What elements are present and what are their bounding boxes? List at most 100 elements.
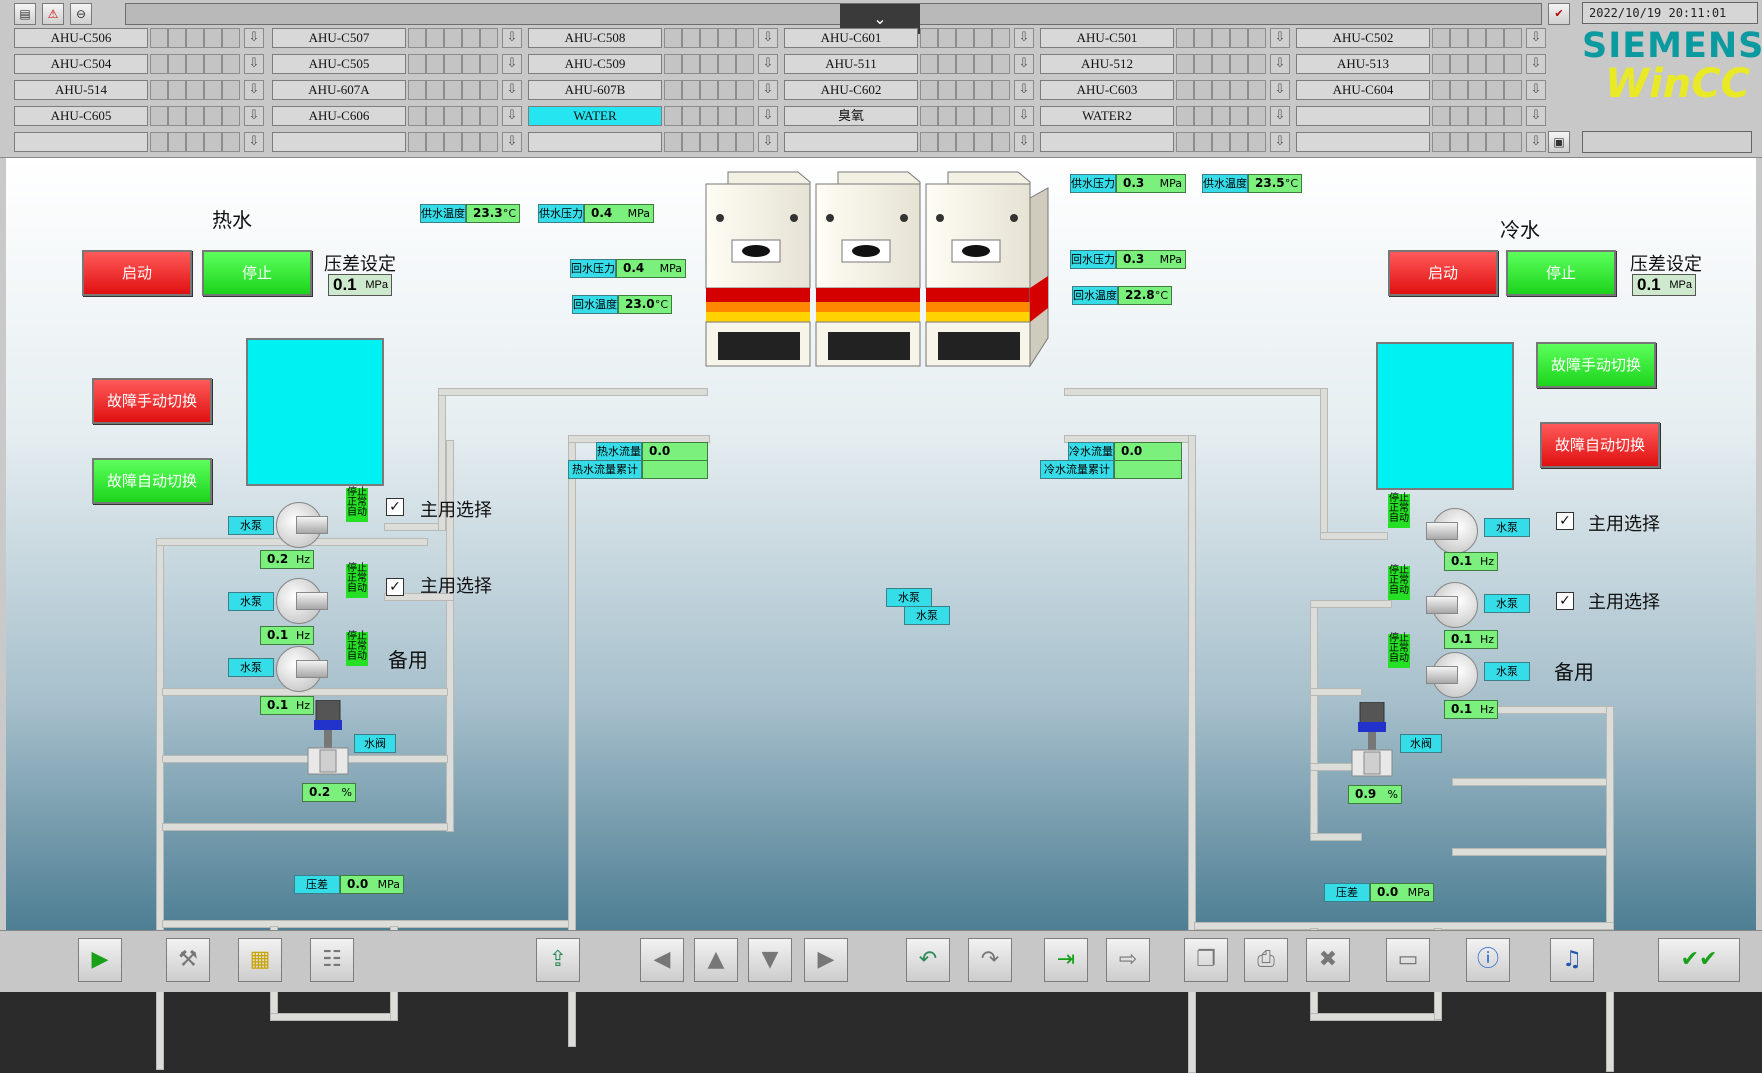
calendar-icon[interactable]: ✔ xyxy=(1548,3,1570,25)
main-select-checkbox[interactable]: ✓ xyxy=(386,498,404,516)
ahu-name[interactable] xyxy=(528,132,662,152)
hot-fault-manual-button[interactable]: 故障手动切换 xyxy=(92,378,212,424)
download-icon[interactable]: ⇩ xyxy=(244,132,264,152)
download-icon[interactable]: ⇩ xyxy=(1270,54,1290,74)
download-icon[interactable]: ⇩ xyxy=(758,106,778,126)
cold-valve-icon[interactable] xyxy=(1350,702,1394,784)
ahu-name[interactable] xyxy=(272,132,406,152)
redo-icon[interactable]: ↷ xyxy=(968,938,1012,982)
ahu-name[interactable]: AHU-C509 xyxy=(528,54,662,74)
download-icon[interactable]: ⇩ xyxy=(1014,54,1034,74)
folder-icon[interactable]: ▤ xyxy=(14,3,36,25)
download-icon[interactable]: ⇩ xyxy=(1270,28,1290,48)
cold-stop-button[interactable]: 停止 xyxy=(1506,250,1616,296)
download-icon[interactable]: ⇩ xyxy=(1270,80,1290,100)
cold-dp-setpoint[interactable]: 0.1 MPa xyxy=(1632,274,1696,296)
download-icon[interactable]: ⇩ xyxy=(502,132,522,152)
arrow-up-icon[interactable]: ▲ xyxy=(694,938,738,982)
ahu-name[interactable]: AHU-C601 xyxy=(784,28,918,48)
ahu-name[interactable]: AHU-C602 xyxy=(784,80,918,100)
ahu-name[interactable] xyxy=(784,132,918,152)
download-icon[interactable]: ⇩ xyxy=(502,28,522,48)
download-icon[interactable]: ⇩ xyxy=(758,80,778,100)
ahu-name[interactable]: AHU-C606 xyxy=(272,106,406,126)
notes-icon[interactable]: ▦ xyxy=(238,938,282,982)
copy-icon[interactable]: ❐ xyxy=(1184,938,1228,982)
monitor-icon[interactable]: ▭ xyxy=(1386,938,1430,982)
ahu-name[interactable]: 臭氧 xyxy=(784,106,918,126)
ahu-name[interactable] xyxy=(1296,106,1430,126)
ahu-name[interactable]: AHU-C603 xyxy=(1040,80,1174,100)
download-icon[interactable]: ⇩ xyxy=(1014,28,1034,48)
download-icon[interactable]: ⇩ xyxy=(1526,106,1546,126)
download-icon[interactable]: ⇩ xyxy=(758,54,778,74)
logout-icon[interactable]: ⇨ xyxy=(1106,938,1150,982)
cold-fault-manual-button[interactable]: 故障手动切换 xyxy=(1536,342,1656,388)
download-icon[interactable]: ⇩ xyxy=(502,54,522,74)
ahu-name[interactable]: AHU-C502 xyxy=(1296,28,1430,48)
download-icon[interactable]: ⇩ xyxy=(1270,132,1290,152)
download-icon[interactable]: ⇩ xyxy=(1014,80,1034,100)
cold-start-button[interactable]: 启动 xyxy=(1388,250,1498,296)
ahu-name[interactable]: AHU-C508 xyxy=(528,28,662,48)
info-icon[interactable]: ⓘ xyxy=(1466,938,1510,982)
download-icon[interactable]: ⇩ xyxy=(244,28,264,48)
hot-fault-auto-button[interactable]: 故障自动切换 xyxy=(92,458,212,504)
tools-icon[interactable]: ⚒ xyxy=(166,938,210,982)
ahu-name[interactable]: AHU-607A xyxy=(272,80,406,100)
download-icon[interactable]: ⇩ xyxy=(1270,106,1290,126)
hot-dp-setpoint[interactable]: 0.1 MPa xyxy=(328,274,392,296)
ahu-name[interactable] xyxy=(1296,132,1430,152)
ahu-name[interactable]: AHU-C605 xyxy=(14,106,148,126)
arrow-down-icon[interactable]: ▼ xyxy=(748,938,792,982)
hot-valve-icon[interactable] xyxy=(306,700,350,782)
download-icon[interactable]: ⇩ xyxy=(244,80,264,100)
ahu-name[interactable]: WATER xyxy=(528,106,662,126)
ahu-name[interactable]: AHU-607B xyxy=(528,80,662,100)
ahu-name[interactable]: AHU-C501 xyxy=(1040,28,1174,48)
minus-icon[interactable]: ⊖ xyxy=(70,3,92,25)
login-icon[interactable]: ⇥ xyxy=(1044,938,1088,982)
ahu-name[interactable]: AHU-C507 xyxy=(272,28,406,48)
ahu-name[interactable]: AHU-513 xyxy=(1296,54,1430,74)
download-icon[interactable]: ⇩ xyxy=(244,54,264,74)
download-icon[interactable]: ⇩ xyxy=(502,106,522,126)
main-select-checkbox[interactable]: ✓ xyxy=(1556,592,1574,610)
settings-icon[interactable]: ▣ xyxy=(1548,131,1570,153)
download-icon[interactable]: ⇩ xyxy=(244,106,264,126)
acknowledge-icon[interactable]: ✔✔ xyxy=(1658,938,1740,982)
alarm-icon[interactable]: ⚠ xyxy=(42,3,64,25)
cold-fault-auto-button[interactable]: 故障自动切换 xyxy=(1540,422,1660,468)
download-icon[interactable]: ⇩ xyxy=(758,28,778,48)
download-icon[interactable]: ⇩ xyxy=(758,132,778,152)
download-icon[interactable]: ⇩ xyxy=(1526,80,1546,100)
arrow-left-icon[interactable]: ◀ xyxy=(640,938,684,982)
ahu-name[interactable] xyxy=(14,132,148,152)
ahu-name[interactable]: WATER2 xyxy=(1040,106,1174,126)
sound-icon[interactable]: ♫ xyxy=(1550,938,1594,982)
download-icon[interactable]: ⇩ xyxy=(1014,106,1034,126)
main-select-checkbox[interactable]: ✓ xyxy=(386,578,404,596)
undo-icon[interactable]: ↶ xyxy=(906,938,950,982)
main-select-checkbox[interactable]: ✓ xyxy=(1556,512,1574,530)
hot-start-button[interactable]: 启动 xyxy=(82,250,192,296)
download-icon[interactable]: ⇩ xyxy=(1526,54,1546,74)
ahu-name[interactable]: AHU-C505 xyxy=(272,54,406,74)
ahu-name[interactable]: AHU-511 xyxy=(784,54,918,74)
download-icon[interactable]: ⇩ xyxy=(1526,132,1546,152)
ahu-name[interactable]: AHU-514 xyxy=(14,80,148,100)
ahu-name[interactable]: AHU-C504 xyxy=(14,54,148,74)
download-icon[interactable]: ⇩ xyxy=(1526,28,1546,48)
ahu-name[interactable]: AHU-C506 xyxy=(14,28,148,48)
ahu-name[interactable]: AHU-C604 xyxy=(1296,80,1430,100)
hot-stop-button[interactable]: 停止 xyxy=(202,250,312,296)
arrow-right-icon[interactable]: ▶ xyxy=(804,938,848,982)
print-icon[interactable]: ⎙ xyxy=(1244,938,1288,982)
delete-icon[interactable]: ✖ xyxy=(1306,938,1350,982)
download-icon[interactable]: ⇩ xyxy=(1014,132,1034,152)
export-icon[interactable]: ⇪ xyxy=(536,938,580,982)
ahu-name[interactable] xyxy=(1040,132,1174,152)
report-icon[interactable]: ☷ xyxy=(310,938,354,982)
ahu-name[interactable]: AHU-512 xyxy=(1040,54,1174,74)
download-icon[interactable]: ⇩ xyxy=(502,80,522,100)
